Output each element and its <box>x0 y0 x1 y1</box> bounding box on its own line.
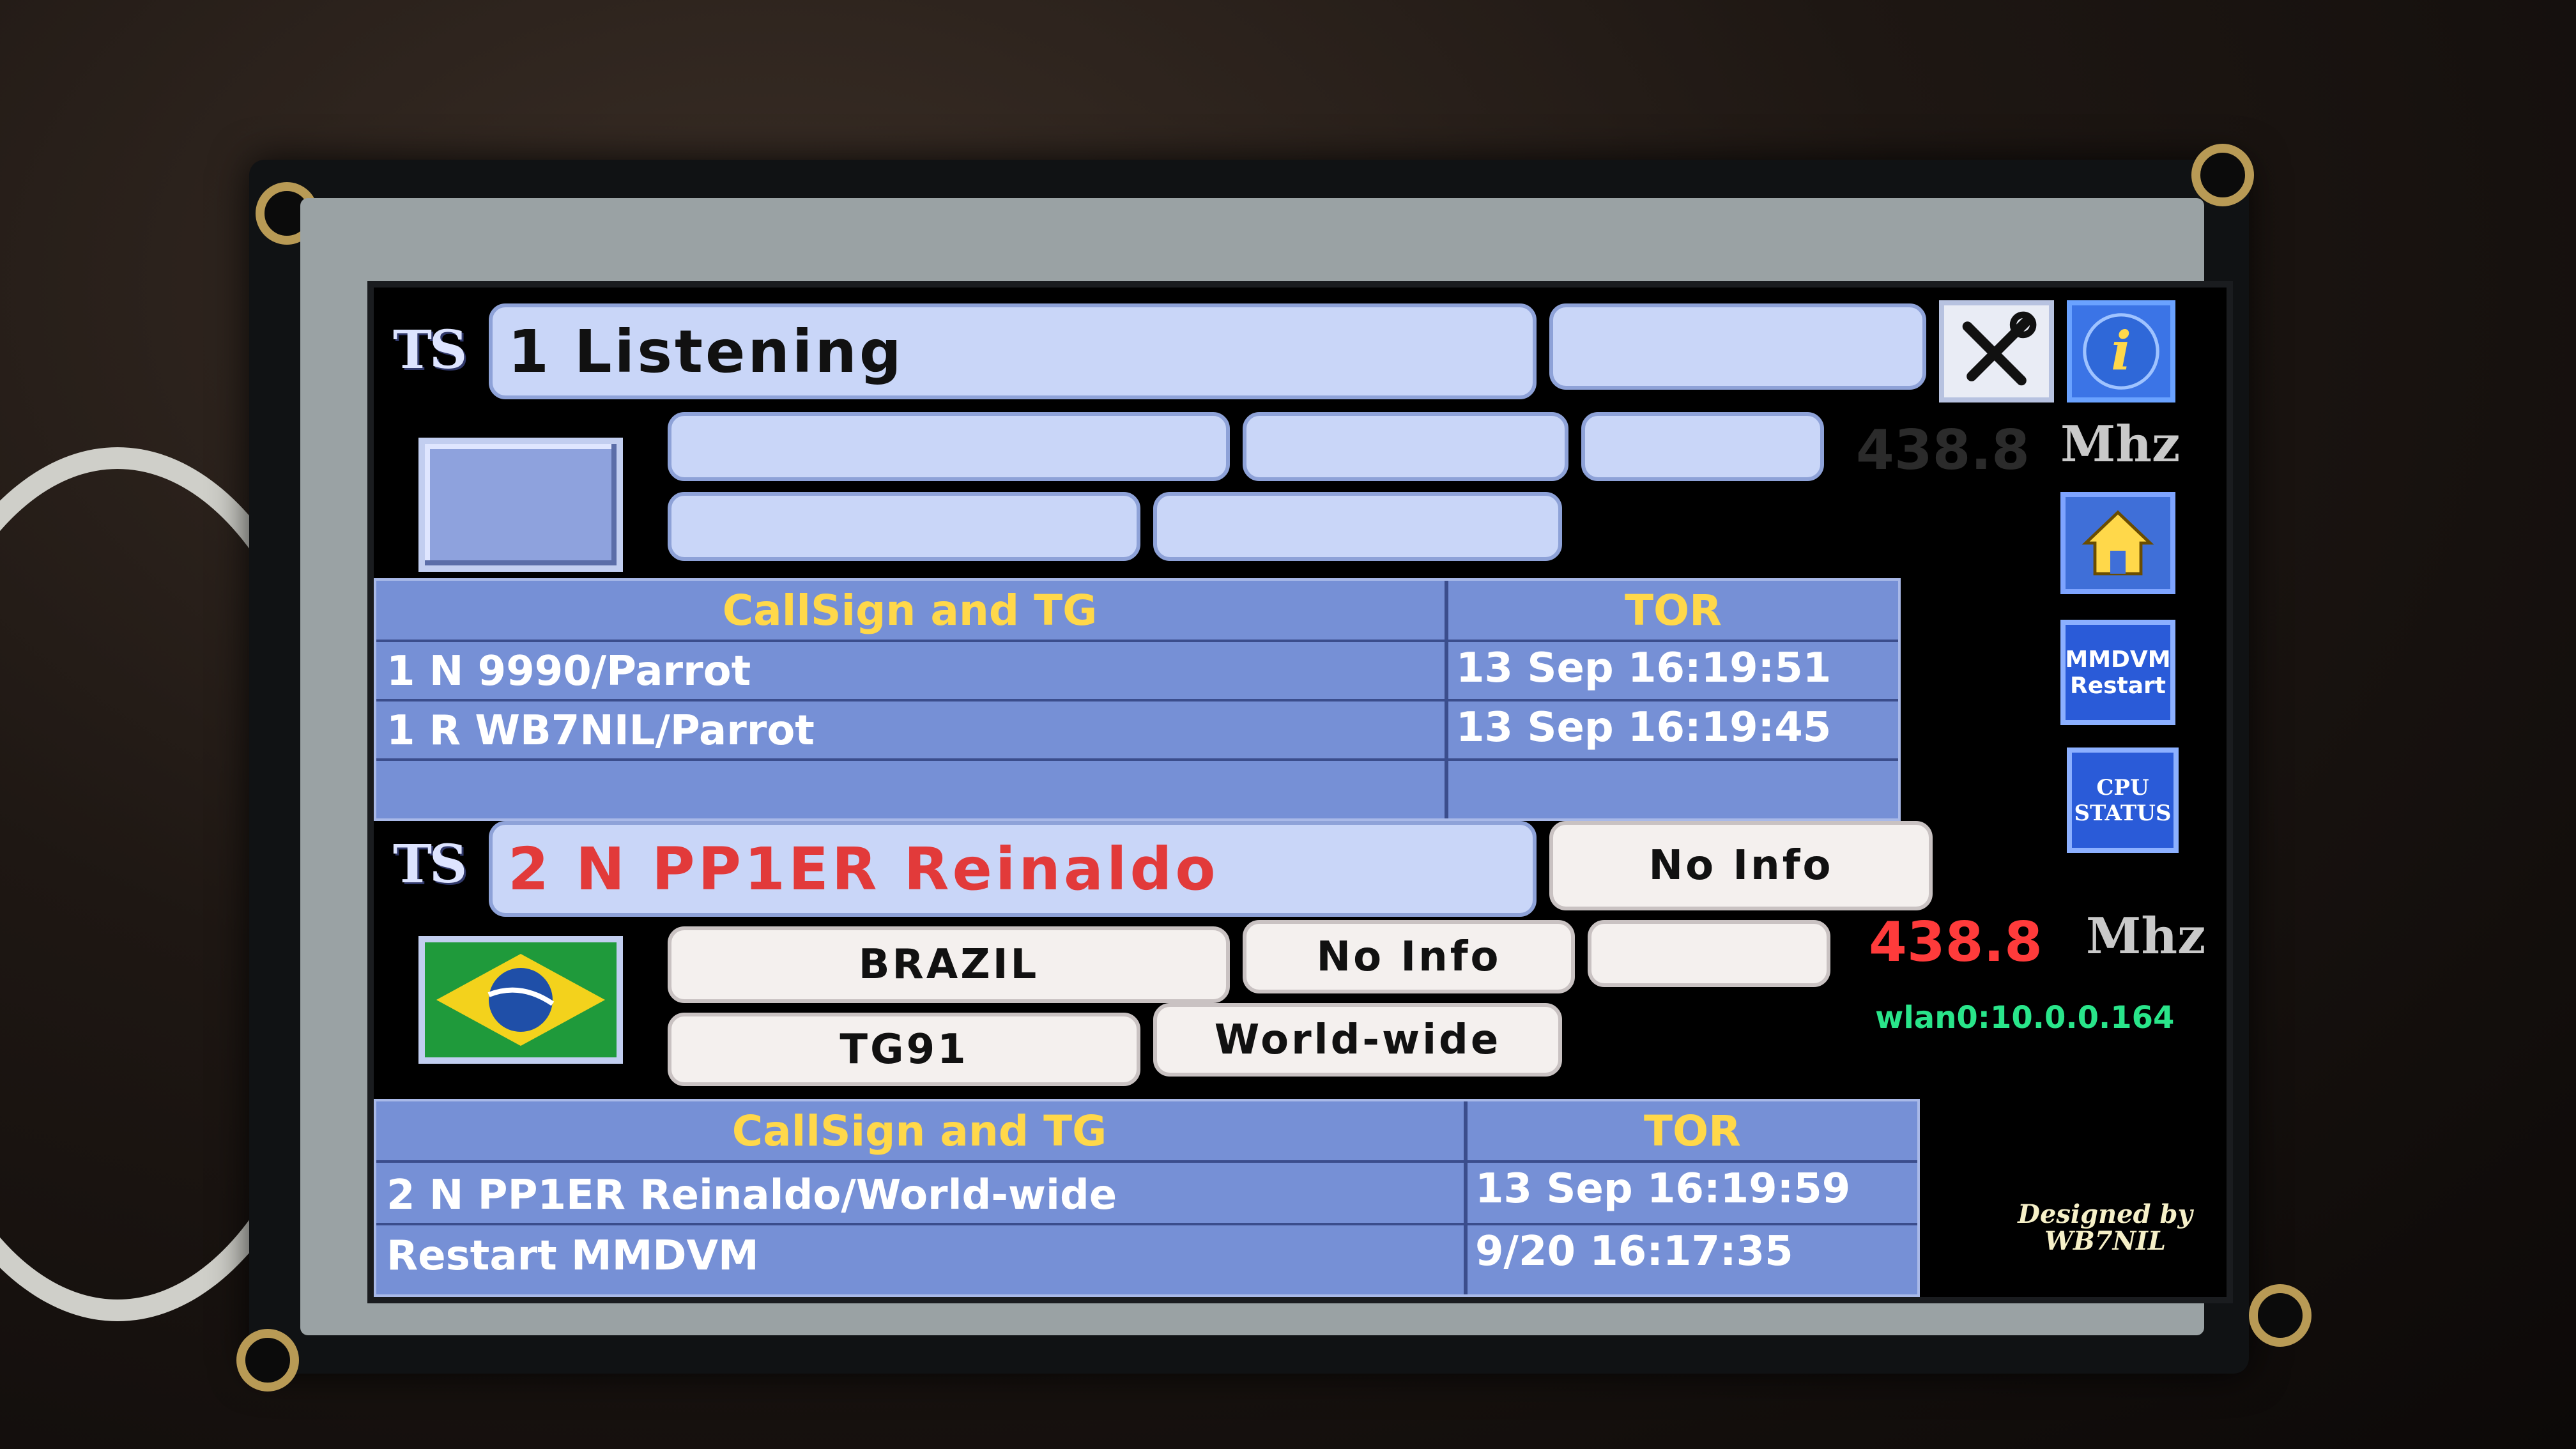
settings-button[interactable] <box>1939 300 2054 402</box>
cpu-status-button[interactable]: CPU STATUS <box>2067 747 2179 853</box>
slot2-status-text: 2 N PP1ER Reinaldo <box>508 834 1219 903</box>
slot1-status-field: 1 Listening <box>489 303 1537 399</box>
table-divider <box>1464 1101 1468 1294</box>
slot1-header-tor: TOR <box>1625 586 1722 635</box>
slot1-frequency: 438.8 <box>1856 418 2030 482</box>
slot2-info2-field: No Info <box>1243 920 1575 993</box>
slot2-country-field: BRAZIL <box>668 926 1230 1003</box>
slot1-info-field <box>1549 303 1926 390</box>
cpu-label-line2: STATUS <box>2074 800 2172 826</box>
slot2-flag-box <box>418 936 623 1064</box>
slot1-ts-label: TS <box>393 319 467 381</box>
table-row: 1 N 9990/Parrot <box>387 648 751 695</box>
table-divider <box>376 1160 1917 1163</box>
home-icon <box>2082 510 2154 576</box>
designed-by-line2: WB7NIL <box>2044 1226 2166 1256</box>
slot1-mhz-label: Mhz <box>2060 415 2181 473</box>
home-button[interactable] <box>2060 492 2175 594</box>
table-divider <box>376 758 1898 761</box>
slot2-info2-text: No Info <box>1316 933 1501 981</box>
slot2-header-callsign: CallSign and TG <box>732 1107 1107 1156</box>
slot2-extra-field <box>1588 920 1830 987</box>
slot2-region-text: World-wide <box>1214 1016 1501 1064</box>
brazil-flag-icon <box>425 942 617 1057</box>
slot2-country-text: BRAZIL <box>858 941 1039 988</box>
table-row: Restart MMDVM <box>387 1232 759 1280</box>
slot2-region-field: World-wide <box>1153 1003 1562 1077</box>
slot2-header-tor: TOR <box>1644 1107 1741 1156</box>
slot1-country-field <box>668 412 1230 481</box>
mount-hole <box>2249 1284 2312 1347</box>
table-divider <box>376 1223 1917 1225</box>
mount-hole <box>236 1329 299 1392</box>
slot2-frequency: 438.8 <box>1869 910 2043 974</box>
network-address: wlan0:10.0.0.164 <box>1875 1000 2175 1036</box>
mmdvm-label-line1: MMDVM <box>2065 646 2171 673</box>
cpu-label-line1: CPU <box>2096 774 2149 801</box>
slot1-avatar-box <box>418 438 623 572</box>
mmdvm-restart-button[interactable]: MMDVM Restart <box>2060 620 2175 725</box>
table-row-tor: 13 Sep 16:19:45 <box>1456 704 1832 751</box>
slot2-talkgroup-field: TG91 <box>668 1013 1140 1086</box>
table-divider <box>376 640 1898 642</box>
info-button[interactable]: i <box>2067 300 2175 402</box>
svg-text:i: i <box>2111 320 2131 383</box>
slot2-info-text: No Info <box>1648 842 1834 889</box>
slot2-history-table: CallSign and TG TOR 2 N PP1ER Reinaldo/W… <box>374 1099 1920 1297</box>
touch-screen: TS 1 Listening 438.8 Mhz CallSign and TG… <box>367 281 2233 1303</box>
slot1-region-field <box>1153 492 1562 561</box>
mmdvm-label-line2: Restart <box>2069 672 2166 699</box>
slot1-talkgroup-field <box>668 492 1140 561</box>
table-row: 2 N PP1ER Reinaldo/World-wide <box>387 1172 1117 1219</box>
designed-by-line1: Designed by <box>2018 1199 2193 1229</box>
mount-hole <box>2191 144 2254 206</box>
slot2-talkgroup-text: TG91 <box>839 1025 969 1073</box>
slot2-info-field: No Info <box>1549 821 1933 910</box>
slot2-mhz-label: Mhz <box>2086 907 2206 965</box>
table-row-tor: 13 Sep 16:19:51 <box>1456 645 1832 692</box>
slot2-status-field: 2 N PP1ER Reinaldo <box>489 821 1537 917</box>
table-row-tor: 9/20 16:17:35 <box>1475 1228 1793 1275</box>
slot1-extra-field <box>1581 412 1824 481</box>
designed-by-credit: Designed by WB7NIL <box>2009 1201 2201 1255</box>
tools-icon <box>1962 311 2037 386</box>
slot1-info2-field <box>1243 412 1568 481</box>
table-divider <box>376 699 1898 702</box>
table-row: 1 R WB7NIL/Parrot <box>387 707 815 755</box>
slot2-ts-label: TS <box>393 834 467 895</box>
table-row-tor: 13 Sep 16:19:59 <box>1475 1165 1851 1213</box>
slot1-history-table: CallSign and TG TOR 1 N 9990/Parrot 13 S… <box>374 578 1901 821</box>
info-icon: i <box>2083 313 2159 390</box>
slot1-header-callsign: CallSign and TG <box>722 586 1098 635</box>
slot1-status-text: 1 Listening <box>508 317 904 386</box>
